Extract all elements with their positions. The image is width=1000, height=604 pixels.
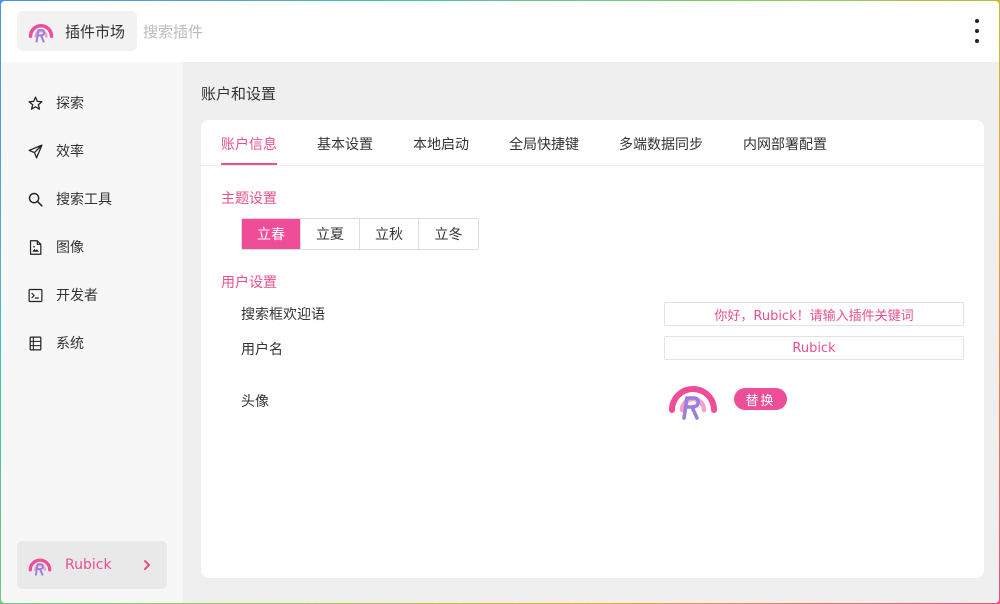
star-icon [28,95,43,110]
theme-option-summer[interactable]: 立夏 [301,219,360,249]
app-window: 插件市场 探索 效率 搜索工具 图像 开发者 系统 [1,1,999,603]
sidebar-item-search-tools[interactable]: 搜索工具 [17,181,167,217]
theme-section-title: 主题设置 [221,191,277,207]
username-input[interactable] [664,336,964,360]
tab-local-launch[interactable]: 本地启动 [413,134,469,154]
terminal-icon [28,288,43,302]
send-icon [28,143,43,159]
tab-intranet-deploy[interactable]: 内网部署配置 [743,134,827,154]
avatar [669,386,717,420]
settings-card: 账户信息 基本设置 本地启动 全局快捷键 多端数据同步 内网部署配置 主题设置 … [201,120,984,578]
sidebar-item-system[interactable]: 系统 [17,325,167,361]
main-content: 账户和设置 账户信息 基本设置 本地启动 全局快捷键 多端数据同步 内网部署配置… [183,62,999,603]
sidebar: 探索 效率 搜索工具 图像 开发者 系统 Rubick [1,62,183,603]
more-vertical-icon[interactable] [971,19,983,43]
sidebar-item-developer[interactable]: 开发者 [17,277,167,313]
plugin-market-label: 插件市场 [65,22,126,41]
search-icon [28,192,43,207]
sidebar-item-image[interactable]: 图像 [17,229,167,265]
image-file-icon [29,239,42,255]
tab-basic-settings[interactable]: 基本设置 [317,134,373,154]
replace-avatar-button[interactable]: 替换 [734,388,787,410]
rubick-logo-icon [28,558,52,576]
list-icon [29,336,42,350]
theme-option-winter[interactable]: 立冬 [419,219,478,249]
greeting-label: 搜索框欢迎语 [241,307,325,323]
search-input[interactable] [143,19,543,45]
settings-tabs: 账户信息 基本设置 本地启动 全局快捷键 多端数据同步 内网部署配置 [201,120,984,166]
sidebar-item-label: 开发者 [56,288,98,304]
sidebar-item-label: 探索 [56,96,84,112]
user-profile-button[interactable]: Rubick [17,541,167,589]
user-name: Rubick [65,557,112,573]
plugin-market-button[interactable]: 插件市场 [17,11,137,51]
sidebar-item-label: 系统 [56,336,84,352]
sidebar-item-label: 图像 [56,240,84,256]
user-section-title: 用户设置 [221,275,277,291]
theme-option-spring[interactable]: 立春 [242,219,301,249]
theme-selector: 立春 立夏 立秋 立冬 [241,218,479,250]
page-title: 账户和设置 [201,85,277,103]
chevron-right-icon [144,560,150,570]
tab-account-info[interactable]: 账户信息 [221,134,277,154]
theme-option-autumn[interactable]: 立秋 [360,219,419,249]
header: 插件市场 [1,1,999,62]
active-tab-indicator [221,163,277,165]
tab-global-shortcuts[interactable]: 全局快捷键 [509,134,579,154]
sidebar-item-efficiency[interactable]: 效率 [17,133,167,169]
rubick-logo-icon [28,24,54,43]
avatar-label: 头像 [241,394,269,410]
sidebar-item-label: 效率 [56,144,84,160]
greeting-input[interactable] [664,302,964,326]
tab-multi-device-sync[interactable]: 多端数据同步 [619,134,703,154]
sidebar-item-label: 搜索工具 [56,192,112,208]
sidebar-item-explore[interactable]: 探索 [17,85,167,121]
username-label: 用户名 [241,342,283,358]
